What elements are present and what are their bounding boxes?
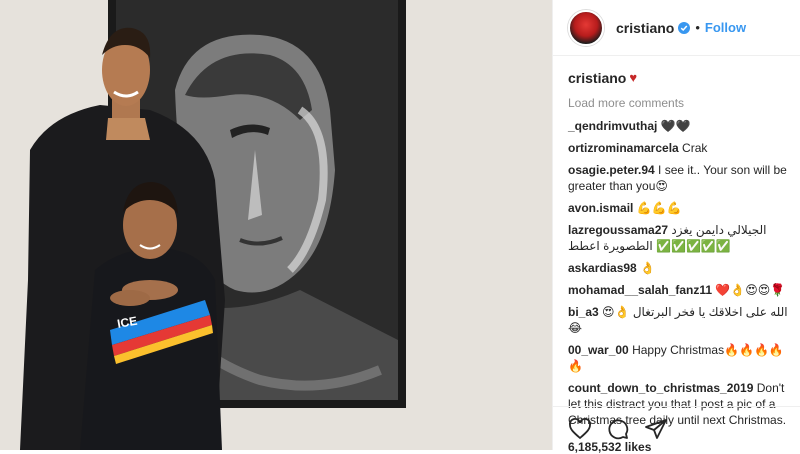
comment-username[interactable]: mohamad__salah_fanz11 (568, 283, 712, 297)
comment: osagie.peter.94 I see it.. Your son will… (568, 162, 794, 194)
comment-username[interactable]: ortizrominamarcela (568, 141, 679, 155)
comment-text: 💪💪💪 (633, 201, 682, 215)
verified-badge-icon (678, 21, 691, 34)
follow-button[interactable]: Follow (705, 20, 746, 35)
comment-username[interactable]: osagie.peter.94 (568, 163, 655, 177)
photo-illustration: ICE (0, 0, 552, 450)
post-header: cristiano • Follow (553, 0, 800, 56)
comment-username[interactable]: lazregoussama27 (568, 223, 668, 237)
caption-username[interactable]: cristiano (568, 70, 626, 86)
comment-username[interactable]: count_down_to_christmas_2019 (568, 381, 753, 395)
heart-icon[interactable] (568, 417, 592, 441)
comment-username[interactable]: _qendrimvuthaj (568, 119, 657, 133)
share-icon[interactable] (644, 417, 668, 441)
comment: mohamad__salah_fanz11 ❤️👌😍😍🌹 (568, 282, 794, 298)
likes-count[interactable]: 6,185,532 likes (568, 440, 651, 454)
comment: avon.ismail 💪💪💪 (568, 200, 794, 216)
avatar[interactable] (568, 9, 604, 46)
comment: askardias98 👌 (568, 260, 794, 276)
side-panel: cristiano • Follow cristiano ♥ Load more… (552, 0, 800, 454)
caption-text: ♥ (629, 70, 638, 85)
instagram-post: ICE cristiano • Follow cristiano ♥ Load … (0, 0, 800, 454)
comment: ortizrominamarcela Crak (568, 140, 794, 156)
caption: cristiano ♥ (568, 70, 794, 86)
header-username[interactable]: cristiano (616, 20, 674, 36)
comment: _qendrimvuthaj 🖤🖤 (568, 118, 794, 134)
header-separator: • (695, 20, 700, 35)
comments-list: cristiano ♥ Load more comments _qendrimv… (568, 70, 794, 434)
comment: lazregoussama27 الجيلالي دايمن يغزد الطص… (568, 222, 794, 254)
comment-username[interactable]: askardias98 (568, 261, 637, 275)
load-more-comments-button[interactable]: Load more comments (568, 95, 794, 111)
comment: 00_war_00 Happy Christmas🔥🔥🔥🔥🔥 (568, 342, 794, 374)
post-photo[interactable]: ICE (0, 0, 552, 450)
comment-username[interactable]: bi_a3 (568, 305, 599, 319)
comment-text: 🖤🖤 (657, 119, 691, 133)
comment-text: 😍👌 الله على اخلاقك يا فخر البرتغال 😂 (568, 305, 788, 335)
comment-username[interactable]: 00_war_00 (568, 343, 629, 357)
comment-icon[interactable] (606, 417, 630, 441)
comment-text: Crak (678, 141, 708, 155)
comment-text: 👌 (636, 261, 656, 275)
comment-text: ❤️👌😍😍🌹 (712, 283, 786, 297)
comment: bi_a3 😍👌 الله على اخلاقك يا فخر البرتغال… (568, 304, 794, 336)
comment-username[interactable]: avon.ismail (568, 201, 633, 215)
